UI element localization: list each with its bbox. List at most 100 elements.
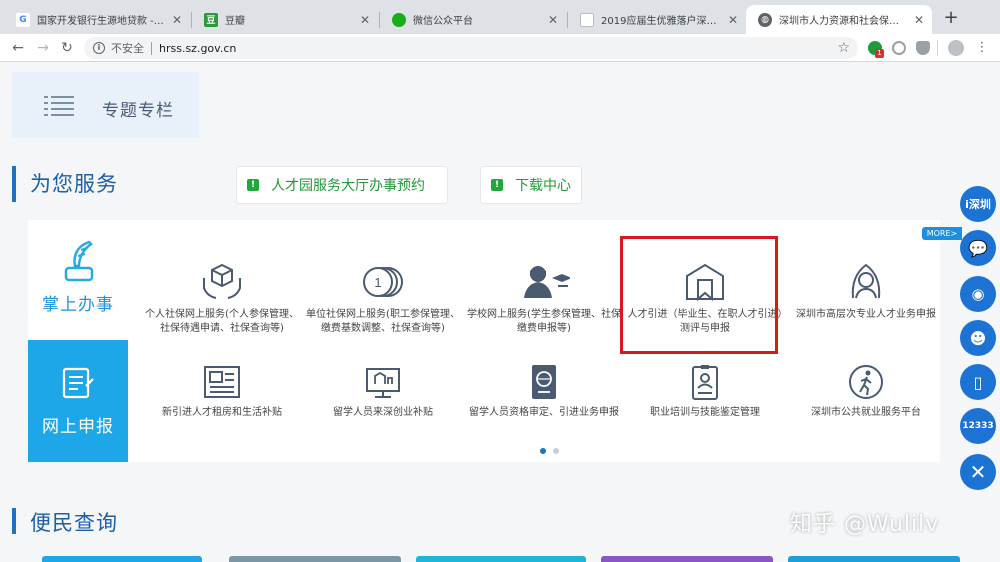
menu-kebab-icon[interactable]: ⋮: [972, 38, 992, 58]
tab-wechat-mp[interactable]: 微信公众平台 ✕: [380, 5, 566, 34]
tab-title: 国家开发银行生源地贷款 - Goo: [37, 16, 166, 27]
tab-douban[interactable]: 豆 豆瓣 ✕: [192, 5, 378, 34]
services-panel: [28, 220, 940, 462]
reload-button[interactable]: ↻: [57, 38, 77, 58]
carousel-dot-active[interactable]: [540, 448, 546, 454]
query-card[interactable]: [229, 556, 401, 562]
wechat-icon: [392, 12, 406, 27]
hotline-label: 12333: [962, 421, 994, 431]
runner-icon: [849, 365, 883, 399]
section-accent-bar: [12, 166, 16, 202]
close-icon[interactable]: ✕: [912, 13, 926, 27]
service-label: 深圳市公共就业服务平台: [811, 407, 921, 418]
omnibox-divider: [151, 41, 152, 55]
globe-icon: ◍: [758, 12, 772, 27]
query-card[interactable]: [601, 556, 773, 562]
back-button[interactable]: ←: [8, 38, 28, 58]
id-card-icon: [692, 365, 718, 400]
insecure-label: 不安全: [111, 42, 144, 55]
info-icon[interactable]: i: [93, 42, 105, 54]
service-item-returnee-startup[interactable]: 留学人员来深创业补贴: [303, 364, 463, 420]
tab-hrss-active[interactable]: ◍ 深圳市人力资源和社会保障局 ✕: [746, 5, 932, 34]
wechat-icon[interactable]: 💬: [960, 230, 996, 266]
service-label: 职业培训与技能鉴定管理: [650, 407, 760, 418]
topic-title: 专题专栏: [102, 101, 174, 121]
tab-guide[interactable]: 2019应届生优雅落户深圳指南， ✕: [568, 5, 746, 34]
query-card[interactable]: [416, 556, 586, 562]
convenience-title: 便民查询: [30, 511, 118, 535]
url-text[interactable]: hrss.sz.gov.cn: [159, 42, 236, 55]
service-label: 新引进人才租房和生活补贴: [162, 407, 282, 418]
service-label: 单位社保网上服务(职工参保管理、缴费基数调整、社保查询等): [306, 309, 460, 334]
extension-icon[interactable]: [916, 41, 930, 55]
hands-box-icon: [203, 263, 241, 299]
robot-icon[interactable]: ☻: [960, 320, 996, 356]
passport-icon: [532, 365, 556, 399]
download-center-button[interactable]: ! 下载中心: [480, 166, 582, 204]
watermark: 知乎 @Wulilv: [790, 512, 940, 537]
service-label: 留学人员来深创业补贴: [333, 407, 433, 418]
ishenzhen-label: i深圳: [965, 198, 991, 211]
toolbar-divider: [937, 40, 938, 56]
flag-icon: !: [247, 179, 259, 191]
service-item-vocational-training[interactable]: 职业培训与技能鉴定管理: [625, 364, 785, 420]
service-item-personal-social-security[interactable]: 个人社保网上服务(个人参保管理、社保待遇申请、社保查询等): [142, 262, 302, 336]
topic-card[interactable]: 专题专栏: [12, 72, 199, 138]
forward-button[interactable]: →: [33, 38, 53, 58]
close-icon[interactable]: ✕: [726, 13, 740, 27]
douban-icon: 豆: [204, 12, 218, 27]
talent-hall-booking-button[interactable]: ! 人才园服务大厅办事预约: [236, 166, 448, 204]
mobile-icon[interactable]: ▯: [960, 364, 996, 400]
service-label: 留学人员资格审定、引进业务申报: [469, 407, 619, 418]
svg-text:1: 1: [374, 275, 381, 290]
query-card[interactable]: [42, 556, 202, 562]
service-item-school[interactable]: 学校网上服务(学生参保管理、社保缴费申报等): [464, 262, 624, 336]
quill-icon: [64, 240, 94, 282]
extension-badge: 1: [875, 49, 884, 58]
section-accent-bar: [12, 508, 16, 534]
monitor-icon: [366, 368, 400, 398]
close-icon[interactable]: ✕: [358, 13, 372, 27]
close-icon[interactable]: ✕: [546, 13, 560, 27]
button-label: 下载中心: [515, 178, 571, 194]
profile-avatar-icon[interactable]: [948, 40, 964, 56]
close-icon[interactable]: ✕: [170, 13, 184, 27]
person-icon: [851, 263, 881, 299]
query-card[interactable]: [788, 556, 960, 562]
tab-title: 深圳市人力资源和社会保障局: [779, 16, 908, 27]
weibo-icon[interactable]: ◉: [960, 276, 996, 312]
service-item-employment-platform[interactable]: 深圳市公共就业服务平台: [786, 364, 946, 420]
online-filing-label: 网上申报: [42, 417, 114, 437]
document-icon: [580, 12, 594, 27]
tab-cdb-loan[interactable]: G 国家开发银行生源地贷款 - Goo ✕: [4, 5, 190, 34]
close-icon[interactable]: ✕: [960, 454, 996, 490]
extension-icon[interactable]: [892, 41, 906, 55]
address-bar[interactable]: i 不安全 hrss.sz.gov.cn ☆: [84, 37, 858, 59]
browser-toolbar: ← → ↻ i 不安全 hrss.sz.gov.cn ☆ 1 ⋮: [0, 34, 1000, 62]
more-link[interactable]: MORE>: [922, 227, 962, 240]
service-label: 个人社保网上服务(个人参保管理、社保待遇申请、社保查询等): [145, 309, 299, 334]
service-item-housing-subsidy[interactable]: 新引进人才租房和生活补贴: [142, 364, 302, 420]
online-filing-tab[interactable]: 网上申报: [28, 340, 128, 462]
bookmark-star-icon[interactable]: ☆: [837, 40, 850, 56]
service-item-high-level-talent[interactable]: 深圳市高层次专业人才业务申报: [786, 262, 946, 322]
tab-title: 微信公众平台: [413, 16, 473, 27]
services-title: 为您服务: [30, 172, 118, 196]
highlight-box: [620, 236, 778, 354]
tab-title: 豆瓣: [225, 16, 245, 27]
service-item-company-social-security[interactable]: 1 单位社保网上服务(职工参保管理、缴费基数调整、社保查询等): [303, 262, 463, 336]
service-item-returnee-qualification[interactable]: 留学人员资格审定、引进业务申报: [464, 364, 624, 420]
form-icon: [62, 367, 94, 399]
mobile-services-label: 掌上办事: [42, 295, 114, 315]
ishenzhen-icon[interactable]: i深圳: [960, 186, 996, 222]
tab-strip: G 国家开发银行生源地贷款 - Goo ✕ 豆 豆瓣 ✕ 微信公众平台 ✕ 20…: [0, 0, 1000, 34]
button-label: 人才园服务大厅办事预约: [271, 178, 425, 194]
list-icon: [44, 96, 74, 118]
mobile-services-tab[interactable]: 掌上办事: [28, 220, 128, 340]
tab-title: 2019应届生优雅落户深圳指南，: [601, 16, 722, 27]
new-tab-button[interactable]: +: [940, 8, 962, 30]
carousel-dot[interactable]: [553, 448, 559, 454]
google-icon: G: [16, 12, 30, 27]
service-label: 学校网上服务(学生参保管理、社保缴费申报等): [467, 309, 621, 334]
hotline-icon[interactable]: 12333: [960, 408, 996, 444]
